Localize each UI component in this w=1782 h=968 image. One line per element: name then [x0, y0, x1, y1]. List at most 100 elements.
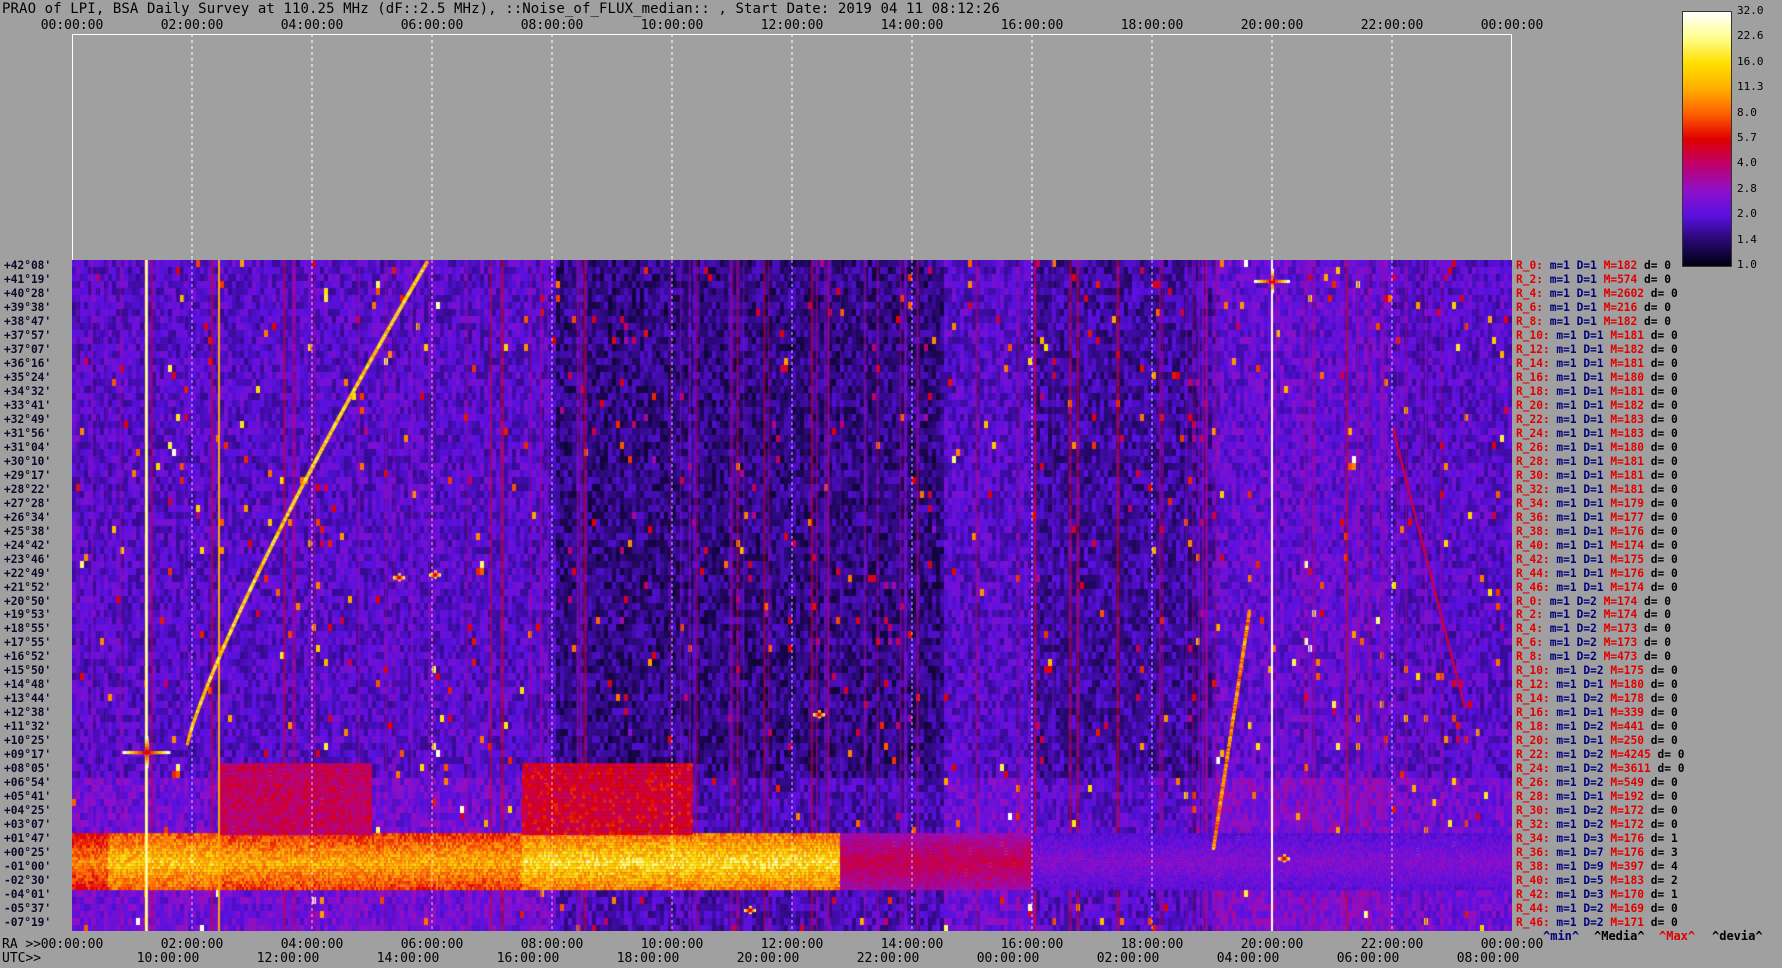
utc-tick-label: 02:00:00	[1096, 951, 1160, 966]
row-stat: R_28: m=1 D=1 M=192 d= 0	[1516, 790, 1678, 804]
declination-label: +31°56'	[4, 426, 52, 440]
row-stat: R_30: m=1 D=1 M=181 d= 0	[1516, 468, 1678, 482]
top-tick-label: 12:00:00	[760, 18, 824, 33]
declination-label: +04°25'	[4, 804, 52, 818]
declination-label: +26°34'	[4, 510, 52, 524]
top-tick-label: 18:00:00	[1120, 18, 1184, 33]
declination-label: +25°38'	[4, 524, 52, 538]
top-tick-label: 14:00:00	[880, 18, 944, 33]
declination-label: +20°50'	[4, 594, 52, 608]
row-stat: R_42: m=1 D=1 M=175 d= 0	[1516, 552, 1678, 566]
row-stat: R_28: m=1 D=1 M=181 d= 0	[1516, 454, 1678, 468]
declination-label: +19°53'	[4, 608, 52, 622]
row-stat: R_0: m=1 D=1 M=182 d= 0	[1516, 259, 1671, 272]
row-stat: R_8: m=1 D=2 M=473 d= 0	[1516, 650, 1671, 664]
utc-tick-label: 12:00:00	[256, 951, 320, 966]
utc-axis-label: UTC>>	[2, 951, 42, 966]
row-stat: R_30: m=1 D=2 M=172 d= 0	[1516, 804, 1678, 818]
row-stat: R_40: m=1 D=1 M=174 d= 0	[1516, 538, 1678, 552]
declination-label: +39°38'	[4, 300, 52, 314]
row-stat: R_34: m=1 D=1 M=179 d= 0	[1516, 496, 1678, 510]
colorbar-tick-label: 5.7	[1737, 131, 1757, 144]
declination-label: +27°28'	[4, 496, 52, 510]
ra-axis-label: RA >>	[2, 937, 42, 952]
declination-label: +11°32'	[4, 720, 52, 734]
row-stat: R_18: m=1 D=1 M=181 d= 0	[1516, 384, 1678, 398]
ra-tick-label: 06:00:00	[400, 937, 464, 952]
colorbar-tick-label: 16.0	[1737, 54, 1764, 68]
top-tick-label: 10:00:00	[640, 18, 704, 33]
declination-label: +05°41'	[4, 790, 52, 804]
row-stat: R_16: m=1 D=1 M=180 d= 0	[1516, 370, 1678, 384]
row-stat: R_20: m=1 D=1 M=182 d= 0	[1516, 398, 1678, 412]
utc-tick-label: 04:00:00	[1216, 951, 1280, 966]
colorbar-tick-label: 2.8	[1737, 181, 1757, 195]
declination-label: +13°44'	[4, 692, 52, 706]
ra-tick-label: 02:00:00	[160, 937, 224, 952]
declination-label: +35°24'	[4, 370, 52, 384]
row-stat: R_32: m=1 D=1 M=181 d= 0	[1516, 482, 1678, 496]
colorbar-tick-label: 11.3	[1737, 80, 1764, 94]
declination-label: +00°25'	[4, 846, 52, 860]
colorbar-tick-label: 32.0	[1737, 4, 1764, 17]
declination-label: +18°55'	[4, 622, 52, 636]
row-stat: R_10: m=1 D=1 M=181 d= 0	[1516, 328, 1678, 342]
declination-label: +28°22'	[4, 482, 52, 496]
row-stat: R_38: m=1 D=1 M=176 d= 0	[1516, 524, 1678, 538]
declination-label: +41°19'	[4, 272, 52, 286]
row-stat: R_2: m=1 D=2 M=174 d= 0	[1516, 608, 1671, 622]
utc-tick-label: 20:00:00	[736, 951, 800, 966]
row-stat: R_2: m=1 D=1 M=574 d= 0	[1516, 272, 1671, 286]
ra-tick-label: 12:00:00	[760, 937, 824, 952]
declination-label: +01°47'	[4, 832, 52, 846]
row-stat: R_22: m=1 D=1 M=183 d= 0	[1516, 412, 1678, 426]
top-tick-label: 00:00:00	[1480, 18, 1544, 33]
row-stat: R_12: m=1 D=1 M=182 d= 0	[1516, 342, 1678, 356]
declination-label: -02°30'	[4, 874, 52, 888]
declination-label: +16°52'	[4, 650, 52, 664]
utc-tick-label: 22:00:00	[856, 951, 920, 966]
ra-tick-label: 16:00:00	[1000, 937, 1064, 952]
colorbar-tick-label: 1.0	[1737, 258, 1757, 271]
declination-label: -07°19'	[4, 916, 52, 930]
declination-label: +17°55'	[4, 636, 52, 650]
row-stat: R_14: m=1 D=2 M=178 d= 0	[1516, 692, 1678, 706]
top-tick-label: 20:00:00	[1240, 18, 1304, 33]
declination-label: +23°46'	[4, 552, 52, 566]
declination-label: +37°57'	[4, 328, 52, 342]
declination-label: +24°42'	[4, 538, 52, 552]
colorbar-tick-label: 4.0	[1737, 156, 1757, 170]
row-stat: R_42: m=1 D=3 M=170 d= 1	[1516, 888, 1678, 902]
colorbar	[1682, 11, 1732, 267]
row-stat: R_24: m=1 D=2 M=3611 d= 0	[1516, 762, 1685, 776]
declination-label: -05°37'	[4, 902, 52, 916]
legend-min: ^min^	[1543, 929, 1580, 943]
declination-label: +08°05'	[4, 762, 52, 776]
row-stat: R_26: m=1 D=1 M=180 d= 0	[1516, 440, 1678, 454]
declination-label: +15°50'	[4, 664, 52, 678]
row-stat: R_10: m=1 D=2 M=175 d= 0	[1516, 664, 1678, 678]
row-stat: R_44: m=1 D=1 M=176 d= 0	[1516, 566, 1678, 580]
legend-devia: ^devia^	[1712, 929, 1763, 943]
row-stat: R_0: m=1 D=2 M=174 d= 0	[1516, 594, 1671, 608]
ra-tick-label: 22:00:00	[1360, 937, 1424, 952]
row-stat: R_46: m=1 D=1 M=174 d= 0	[1516, 580, 1678, 594]
row-stat: R_20: m=1 D=1 M=250 d= 0	[1516, 734, 1678, 748]
ra-tick-label: 08:00:00	[520, 937, 584, 952]
row-stat: R_34: m=1 D=3 M=176 d= 1	[1516, 832, 1678, 846]
row-stat: R_36: m=1 D=7 M=176 d= 3	[1516, 846, 1678, 860]
top-tick-label: 16:00:00	[1000, 18, 1064, 33]
colorbar-tick-label: 1.4	[1737, 232, 1757, 246]
ra-tick-label: 00:00:00	[1480, 937, 1544, 952]
row-stat: R_6: m=1 D=2 M=173 d= 0	[1516, 636, 1671, 650]
utc-tick-label: 18:00:00	[616, 951, 680, 966]
declination-label: +40°28'	[4, 286, 52, 300]
declination-label: +38°47'	[4, 314, 52, 328]
row-stat: R_18: m=1 D=2 M=441 d= 0	[1516, 720, 1678, 734]
row-stat: R_40: m=1 D=5 M=183 d= 2	[1516, 874, 1678, 888]
row-stat: R_24: m=1 D=1 M=183 d= 0	[1516, 426, 1678, 440]
declination-label: +30°10'	[4, 454, 52, 468]
ra-tick-label: 14:00:00	[880, 937, 944, 952]
row-stat: R_16: m=1 D=1 M=339 d= 0	[1516, 706, 1678, 720]
declination-label: +42°08'	[4, 259, 52, 272]
